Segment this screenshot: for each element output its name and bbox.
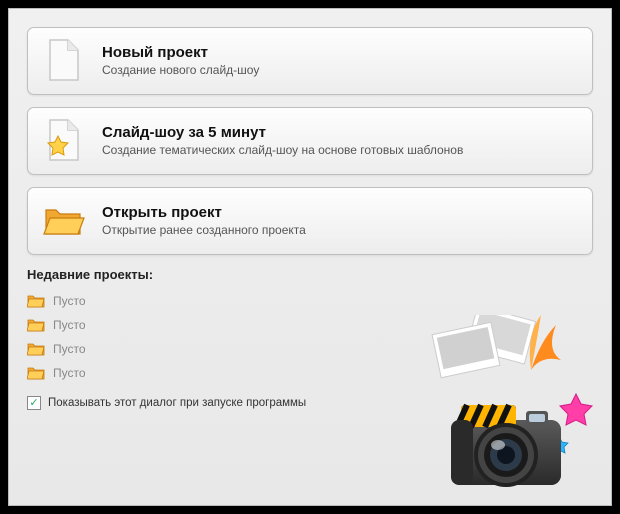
option-texts: Открыть проект Открытие ранее созданного…: [102, 204, 578, 237]
recent-projects-header: Недавние проекты:: [27, 267, 593, 282]
recent-item-label: Пусто: [53, 342, 86, 356]
recent-item[interactable]: Пусто: [27, 316, 593, 334]
option-texts: Слайд-шоу за 5 минут Создание тематическ…: [102, 124, 578, 157]
option-title: Новый проект: [102, 44, 578, 61]
recent-item[interactable]: Пусто: [27, 340, 593, 358]
mini-folder-icon: [27, 340, 45, 358]
checkbox-label: Показывать этот диалог при запуске прогр…: [48, 397, 306, 409]
recent-item-label: Пусто: [53, 366, 86, 380]
checkbox-icon[interactable]: ✓: [27, 396, 41, 410]
recent-item-label: Пусто: [53, 294, 86, 308]
option-title: Открыть проект: [102, 204, 578, 221]
mini-folder-icon: [27, 364, 45, 382]
new-project-card[interactable]: Новый проект Создание нового слайд-шоу: [27, 27, 593, 95]
option-title: Слайд-шоу за 5 минут: [102, 124, 578, 141]
dialog-outer: Новый проект Создание нового слайд-шоу С…: [0, 0, 620, 514]
option-desc: Создание тематических слайд-шоу на основ…: [102, 143, 578, 157]
open-project-card[interactable]: Открыть проект Открытие ранее созданного…: [27, 187, 593, 255]
document-icon: [42, 38, 86, 82]
dialog-panel: Новый проект Создание нового слайд-шоу С…: [8, 8, 612, 506]
recent-projects-list: Пусто Пусто Пусто Пусто: [27, 292, 593, 382]
mini-folder-icon: [27, 316, 45, 334]
star-document-icon: [42, 118, 86, 162]
recent-item-label: Пусто: [53, 318, 86, 332]
option-texts: Новый проект Создание нового слайд-шоу: [102, 44, 578, 77]
option-desc: Открытие ранее созданного проекта: [102, 223, 578, 237]
recent-item[interactable]: Пусто: [27, 292, 593, 310]
option-desc: Создание нового слайд-шоу: [102, 63, 578, 77]
show-dialog-checkbox-row[interactable]: ✓ Показывать этот диалог при запуске про…: [27, 396, 593, 410]
recent-item[interactable]: Пусто: [27, 364, 593, 382]
quick-slideshow-card[interactable]: Слайд-шоу за 5 минут Создание тематическ…: [27, 107, 593, 175]
folder-icon: [42, 198, 86, 242]
mini-folder-icon: [27, 292, 45, 310]
